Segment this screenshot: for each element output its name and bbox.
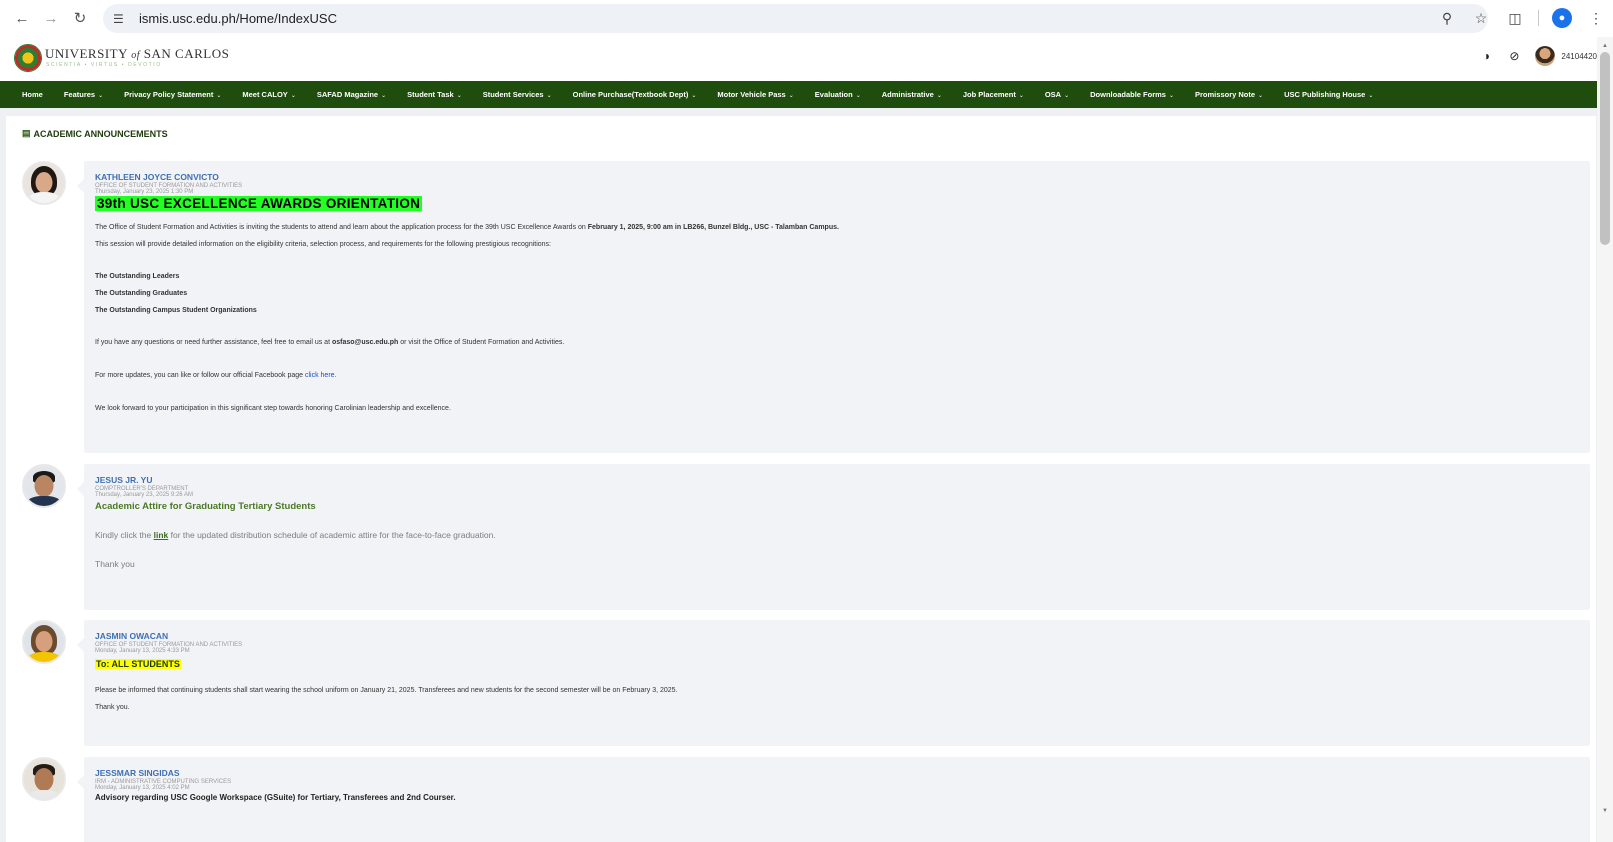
announcement-paragraph: Kindly click the link for the updated di… (95, 530, 496, 540)
announcement-title: Advisory regarding USC Google Workspace … (95, 793, 456, 802)
menu-item-meet-caloy[interactable]: Meet CALOY ⌄ (242, 90, 295, 99)
back-arrow-icon[interactable]: ← (11, 7, 33, 29)
post-date: Thursday, January 23, 2025 9:26 AM (95, 492, 193, 498)
post-date: Monday, January 13, 2025 4:02 PM (95, 785, 190, 791)
theme-toggle-icon[interactable]: ◑ (1479, 49, 1493, 63)
announcement-paragraph: For more updates, you can like or follow… (95, 372, 337, 379)
chevron-down-icon: ⌄ (1258, 93, 1264, 99)
chevron-down-icon: ⌄ (788, 93, 794, 99)
reload-icon[interactable]: ↻ (69, 7, 91, 29)
announcement-paragraph: The Office of Student Formation and Acti… (95, 224, 839, 231)
chevron-down-icon: ⌄ (855, 93, 861, 99)
chevron-down-icon: ⌄ (936, 93, 942, 99)
zoom-icon[interactable]: ⚲ (1436, 7, 1458, 29)
chevron-down-icon: ⌄ (691, 93, 697, 99)
scroll-up-arrow-icon[interactable]: ▲ (1602, 43, 1608, 49)
chevron-down-icon: ⌄ (1368, 93, 1374, 99)
address-bar[interactable]: ☰ ismis.usc.edu.ph/Home/IndexUSC (103, 4, 1488, 33)
recognition-item: The Outstanding Leaders (95, 273, 180, 280)
recognition-item: The Outstanding Graduates (95, 290, 188, 297)
announcement-card: JESUS JR. YU COMPTROLLER'S DEPARTMENT Th… (77, 464, 1590, 610)
scrollbar-thumb[interactable] (1600, 52, 1610, 245)
menu-item-osa[interactable]: OSA ⌄ (1045, 90, 1069, 99)
scroll-down-arrow-icon[interactable]: ▼ (1602, 808, 1608, 814)
author-name[interactable]: JESSMAR SINGIDAS (95, 768, 1580, 778)
announcement-title: To: ALL STUDENTS (95, 659, 181, 669)
extensions-icon[interactable]: ◫ (1504, 7, 1526, 29)
menu-item-motor-vehicle-pass[interactable]: Motor Vehicle Pass ⌄ (717, 90, 793, 99)
announcement-card: JASMIN OWACAN OFFICE OF STUDENT FORMATIO… (77, 620, 1590, 746)
author-name[interactable]: JASMIN OWACAN (95, 631, 1580, 641)
contact-email[interactable]: osfaso@usc.edu.ph (332, 339, 398, 346)
chevron-down-icon: ⌄ (456, 93, 462, 99)
profile-icon[interactable]: ● (1551, 7, 1573, 29)
forward-arrow-icon[interactable]: → (40, 7, 62, 29)
menu-item-student-task[interactable]: Student Task ⌄ (407, 90, 462, 99)
announcement-card: KATHLEEN JOYCE CONVICTO OFFICE OF STUDEN… (77, 161, 1590, 453)
post-date: Monday, January 13, 2025 4:33 PM (95, 648, 190, 654)
chevron-down-icon: ⌄ (1018, 93, 1024, 99)
block-icon[interactable]: ⊘ (1507, 49, 1521, 63)
announcement-post: JASMIN OWACAN OFFICE OF STUDENT FORMATIO… (22, 620, 1590, 746)
announcement-card: JESSMAR SINGIDAS IRM - ADMINISTRATIVE CO… (77, 757, 1590, 842)
menu-item-downloadable-forms[interactable]: Downloadable Forms ⌄ (1090, 90, 1174, 99)
author-name[interactable]: KATHLEEN JOYCE CONVICTO (95, 172, 1580, 182)
menu-item-promissory-note[interactable]: Promissory Note ⌄ (1195, 90, 1263, 99)
announcement-paragraph: Thank you. (95, 704, 130, 711)
menu-item-online-purchase[interactable]: Online Purchase(Textbook Dept) ⌄ (573, 90, 697, 99)
chevron-down-icon: ⌄ (216, 93, 222, 99)
announcement-paragraph: If you have any questions or need furthe… (95, 339, 565, 346)
user-id[interactable]: 24104420 (1561, 52, 1597, 61)
menu-item-evaluation[interactable]: Evaluation ⌄ (815, 90, 861, 99)
menu-item-usc-publishing-house[interactable]: USC Publishing House ⌄ (1284, 90, 1373, 99)
menu-icon[interactable]: ⋮ (1585, 7, 1607, 29)
chevron-down-icon: ⌄ (98, 93, 104, 99)
menu-item-administrative[interactable]: Administrative ⌄ (882, 90, 942, 99)
author-avatar (22, 464, 66, 508)
announcement-post: KATHLEEN JOYCE CONVICTO OFFICE OF STUDEN… (22, 161, 1590, 453)
announcement-paragraph: This session will provide detailed infor… (95, 241, 552, 248)
user-avatar[interactable] (1535, 46, 1556, 66)
university-seal-logo[interactable] (14, 44, 42, 72)
announcement-paragraph: Thank you (95, 559, 135, 569)
chevron-down-icon: ⌄ (290, 93, 296, 99)
menu-item-student-services[interactable]: Student Services ⌄ (483, 90, 552, 99)
announcements-panel: ▤ ACADEMIC ANNOUNCEMENTS KATHLEEN JOYCE … (6, 116, 1596, 842)
url-text[interactable]: ismis.usc.edu.ph/Home/IndexUSC (139, 11, 337, 26)
post-date: Thursday, January 23, 2025 1:30 PM (95, 189, 194, 195)
menu-item-features[interactable]: Features ⌄ (64, 90, 103, 99)
section-title: ▤ ACADEMIC ANNOUNCEMENTS (22, 128, 168, 139)
list-icon: ▤ (22, 128, 31, 138)
announcement-title: 39th USC EXCELLENCE AWARDS ORIENTATION (95, 196, 423, 211)
university-logo-text[interactable]: UNIVERSITY of SAN CARLOS (45, 46, 229, 62)
announcement-title: Academic Attire for Graduating Tertiary … (95, 501, 316, 512)
author-avatar (22, 757, 66, 801)
recognition-list: The Outstanding Leaders The Outstanding … (95, 272, 1580, 315)
recognition-item: The Outstanding Campus Student Organizat… (95, 307, 257, 314)
announcement-post: JESUS JR. YU COMPTROLLER'S DEPARTMENT Th… (22, 464, 1590, 610)
schedule-link[interactable]: link (154, 530, 169, 540)
logo-tagline: SCIENTIA • VIRTUS • DEVOTIO (46, 62, 162, 68)
chevron-down-icon: ⌄ (1168, 93, 1175, 99)
announcement-paragraph: We look forward to your participation in… (95, 405, 451, 412)
chevron-down-icon: ⌄ (1064, 93, 1070, 99)
app-header: UNIVERSITY of SAN CARLOS SCIENTIA • VIRT… (0, 37, 1613, 82)
menu-item-job-placement[interactable]: Job Placement ⌄ (963, 90, 1024, 99)
site-settings-icon[interactable]: ☰ (113, 12, 129, 26)
announcement-post: JESSMAR SINGIDAS IRM - ADMINISTRATIVE CO… (22, 757, 1590, 842)
menu-item-privacy-policy[interactable]: Privacy Policy Statement ⌄ (124, 90, 221, 99)
author-avatar (22, 620, 66, 664)
main-menu: Home Features ⌄ Privacy Policy Statement ⌄… (0, 81, 1613, 108)
announcement-paragraph: Please be informed that continuing stude… (95, 687, 678, 694)
toolbar-divider (1538, 10, 1539, 26)
author-avatar (22, 161, 66, 205)
author-name[interactable]: JESUS JR. YU (95, 475, 1580, 485)
chevron-down-icon: ⌄ (546, 93, 552, 99)
bookmark-star-icon[interactable]: ☆ (1470, 7, 1492, 29)
browser-toolbar: ← → ↻ ☰ ismis.usc.edu.ph/Home/IndexUSC ⚲… (0, 0, 1613, 37)
menu-item-home[interactable]: Home (22, 90, 43, 99)
menu-item-safad-magazine[interactable]: SAFAD Magazine ⌄ (317, 90, 386, 99)
chevron-down-icon: ⌄ (381, 93, 387, 99)
facebook-link[interactable]: click here. (305, 372, 337, 379)
